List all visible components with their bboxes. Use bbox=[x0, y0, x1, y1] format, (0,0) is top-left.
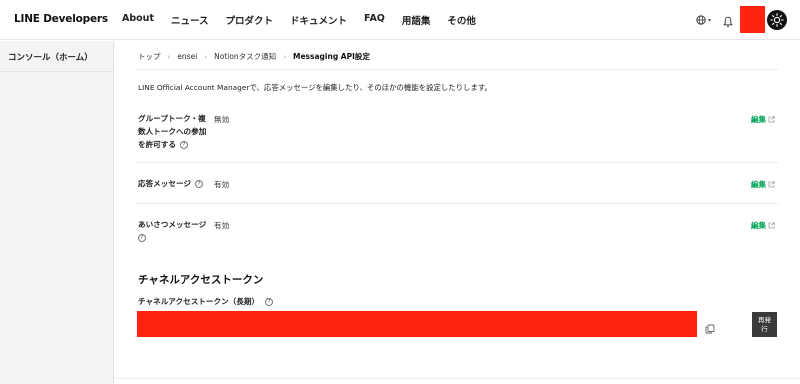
external-link-icon bbox=[768, 181, 775, 188]
setting-label-line: 数人トークへの参加 bbox=[138, 127, 207, 136]
help-icon[interactable]: ? bbox=[179, 141, 188, 149]
sidebar: コンソール（ホーム） bbox=[0, 41, 114, 384]
bell-icon bbox=[723, 16, 733, 27]
nav-faq[interactable]: FAQ bbox=[364, 13, 385, 27]
sidebar-divider bbox=[0, 71, 114, 72]
main-nav: About ニュース プロダクト ドキュメント FAQ 用語集 その他 bbox=[122, 13, 493, 27]
sidebar-item-console-home[interactable]: コンソール（ホーム） bbox=[8, 51, 93, 63]
reissue-button[interactable]: 再発 行 bbox=[752, 312, 777, 337]
edit-link-auto-reply[interactable]: 編集 bbox=[751, 179, 775, 190]
nav-glossary[interactable]: 用語集 bbox=[402, 13, 431, 27]
setting-label-greeting: あいさつメッセージ ? bbox=[138, 218, 206, 244]
token-label: チャネルアクセストークン（長期）? bbox=[138, 296, 274, 307]
breadcrumb-channel[interactable]: Notionタスク通知 bbox=[214, 51, 276, 62]
setting-label-line: 応答メッセージ bbox=[138, 179, 192, 188]
theme-toggle-button[interactable] bbox=[767, 10, 787, 30]
nav-products[interactable]: プロダクト bbox=[226, 13, 274, 27]
setting-label-auto-reply: 応答メッセージ? bbox=[138, 177, 204, 190]
page-description: LINE Official Account Managerで、応答メッセージを編… bbox=[138, 83, 492, 92]
reissue-button-label: 行 bbox=[761, 324, 768, 333]
reissue-button-label: 再発 bbox=[758, 315, 771, 324]
notifications-button[interactable] bbox=[723, 13, 735, 27]
setting-value-greeting: 有効 bbox=[214, 221, 230, 230]
chevron-right-icon: › bbox=[167, 52, 171, 61]
chevron-right-icon: › bbox=[283, 52, 286, 61]
external-link-icon bbox=[768, 116, 775, 123]
top-header: LINE Developers About ニュース プロダクト ドキュメント … bbox=[0, 0, 800, 40]
setting-label-line: を許可する bbox=[138, 140, 176, 149]
breadcrumb-current: Messaging API設定 bbox=[293, 52, 370, 61]
help-icon[interactable]: ? bbox=[265, 298, 274, 306]
setting-label-group-chat: グループトーク・複 数人トークへの参加 を許可する? bbox=[138, 112, 206, 151]
row-divider bbox=[136, 203, 778, 204]
sun-icon bbox=[770, 13, 784, 27]
breadcrumb-provider[interactable]: ensei bbox=[177, 52, 197, 61]
logo[interactable]: LINE Developers bbox=[14, 13, 108, 25]
edit-link-label: 編集 bbox=[751, 180, 766, 189]
setting-label-line: あいさつメッセージ bbox=[138, 220, 207, 229]
section-title-channel-access-token: チャネルアクセストークン bbox=[138, 274, 264, 286]
help-icon[interactable]: ? bbox=[138, 234, 146, 242]
copy-icon bbox=[705, 324, 715, 334]
channel-access-token-field[interactable] bbox=[137, 311, 697, 337]
language-selector[interactable]: ▾ bbox=[696, 13, 714, 27]
edit-link-group-chat[interactable]: 編集 bbox=[751, 114, 775, 125]
copy-button[interactable] bbox=[705, 319, 715, 334]
edit-link-label: 編集 bbox=[751, 221, 766, 230]
breadcrumb: トップ › ensei › Notionタスク通知 › Messaging AP… bbox=[138, 51, 370, 62]
nav-documents[interactable]: ドキュメント bbox=[290, 13, 347, 27]
edit-link-greeting[interactable]: 編集 bbox=[751, 220, 775, 231]
external-link-icon bbox=[768, 222, 775, 229]
setting-value-group-chat: 無効 bbox=[214, 115, 230, 124]
chevron-down-icon: ▾ bbox=[708, 16, 712, 24]
divider bbox=[115, 378, 800, 379]
help-icon[interactable]: ? bbox=[195, 180, 204, 188]
row-divider bbox=[136, 162, 778, 163]
avatar[interactable] bbox=[740, 6, 765, 33]
globe-icon bbox=[696, 15, 706, 25]
edit-link-label: 編集 bbox=[751, 115, 766, 124]
breadcrumb-top[interactable]: トップ bbox=[138, 51, 161, 62]
token-label-text: チャネルアクセストークン（長期） bbox=[138, 297, 260, 306]
setting-label-line: グループトーク・複 bbox=[138, 114, 206, 123]
nav-more[interactable]: その他 bbox=[447, 13, 476, 27]
nav-about[interactable]: About bbox=[122, 13, 154, 27]
nav-news[interactable]: ニュース bbox=[171, 13, 209, 27]
setting-value-auto-reply: 有効 bbox=[214, 180, 230, 189]
chevron-right-icon: › bbox=[204, 52, 208, 61]
divider bbox=[136, 69, 778, 70]
